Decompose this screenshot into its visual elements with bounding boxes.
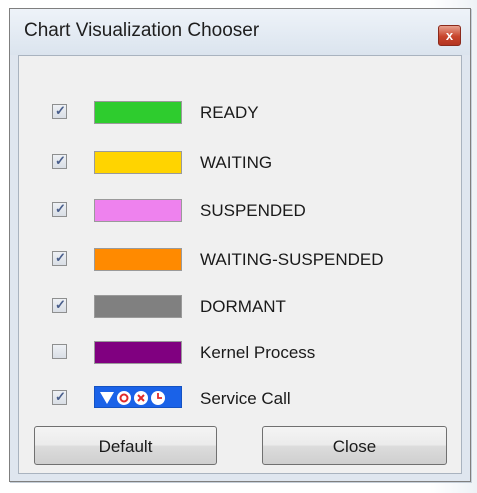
check-mark-icon: ✓ <box>55 201 66 216</box>
list-item-kernel-process: Kernel Process <box>19 336 461 370</box>
color-swatch-waiting[interactable] <box>94 151 182 174</box>
checkbox-service-call[interactable]: ✓ <box>52 389 67 405</box>
check-mark-icon: ✓ <box>55 389 66 404</box>
list-item-ready: ✓ READY <box>19 96 461 130</box>
service-call-glyphs <box>100 391 165 405</box>
item-label-suspended: SUSPENDED <box>200 201 306 220</box>
color-swatch-kernel-process[interactable] <box>94 341 182 364</box>
item-label-service-call: Service Call <box>200 389 291 408</box>
checkbox-dormant[interactable]: ✓ <box>52 297 67 313</box>
default-button[interactable]: Default <box>34 426 217 465</box>
item-label-kernel-process: Kernel Process <box>200 343 316 362</box>
circle-marker-icon <box>117 391 131 405</box>
list-item-waiting-suspended: ✓ WAITING-SUSPENDED <box>19 243 461 277</box>
title-bar[interactable]: Chart Visualization Chooser x <box>10 9 470 55</box>
check-mark-icon: ✓ <box>55 297 66 312</box>
check-mark-icon: ✓ <box>55 250 66 265</box>
options-panel: ✓ READY ✓ WAITING ✓ SUSPENDED ✓ WAITING-… <box>18 55 462 474</box>
color-swatch-waiting-suspended[interactable] <box>94 248 182 271</box>
check-mark-icon: ✓ <box>55 103 66 118</box>
color-swatch-ready[interactable] <box>94 101 182 124</box>
list-item-waiting: ✓ WAITING <box>19 146 461 180</box>
checkbox-suspended[interactable]: ✓ <box>52 201 67 217</box>
checkbox-kernel-process[interactable] <box>52 344 67 359</box>
color-swatch-suspended[interactable] <box>94 199 182 222</box>
checkbox-waiting[interactable]: ✓ <box>52 153 67 169</box>
list-item-dormant: ✓ DORMANT <box>19 290 461 324</box>
chart-visualization-chooser-dialog: Chart Visualization Chooser x ✓ READY ✓ … <box>9 8 471 482</box>
triangle-icon <box>100 392 114 404</box>
item-label-waiting-suspended: WAITING-SUSPENDED <box>200 250 384 269</box>
checkbox-ready[interactable]: ✓ <box>52 103 67 119</box>
item-label-ready: READY <box>200 103 259 122</box>
check-mark-icon: ✓ <box>55 153 66 168</box>
close-window-icon[interactable]: x <box>438 25 461 46</box>
item-label-waiting: WAITING <box>200 153 273 172</box>
list-item-suspended: ✓ SUSPENDED <box>19 194 461 228</box>
window-title: Chart Visualization Chooser <box>24 20 260 41</box>
service-call-icon[interactable] <box>94 386 182 408</box>
close-button[interactable]: Close <box>262 426 447 465</box>
list-item-service-call: ✓ Service Call <box>19 382 461 416</box>
item-label-dormant: DORMANT <box>200 297 286 316</box>
color-swatch-dormant[interactable] <box>94 295 182 318</box>
checkbox-waiting-suspended[interactable]: ✓ <box>52 250 67 266</box>
